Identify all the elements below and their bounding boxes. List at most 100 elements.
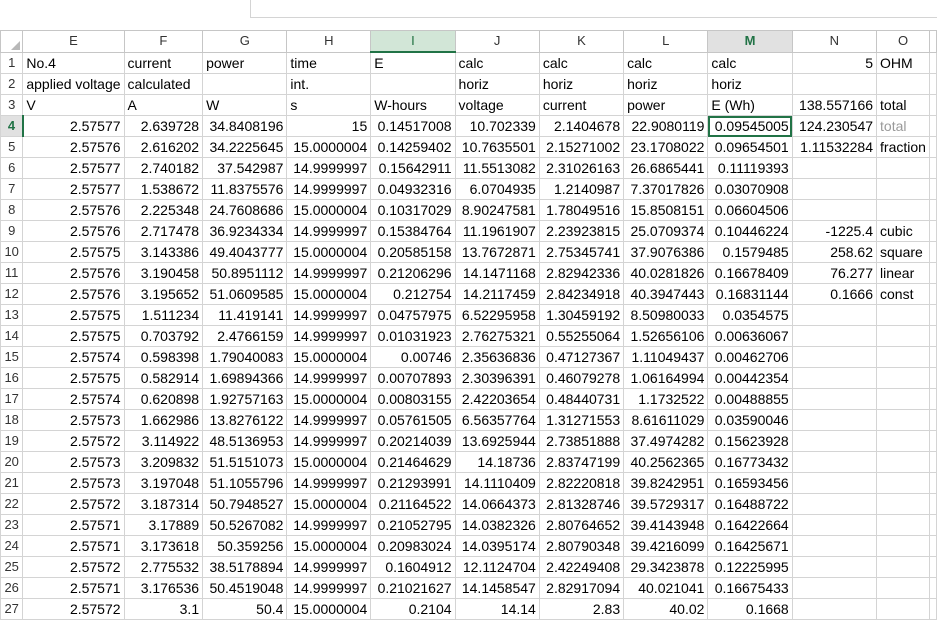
- cell-e3[interactable]: V: [22, 94, 125, 116]
- cell-k24[interactable]: 2.80790348: [538, 535, 625, 557]
- row-header[interactable]: 20: [0, 451, 24, 473]
- cell-l19[interactable]: 37.4974282: [623, 430, 709, 452]
- cell-o11[interactable]: linear: [876, 262, 930, 284]
- cell-p23[interactable]: [929, 514, 937, 536]
- cell-g3[interactable]: W: [202, 94, 288, 116]
- cell-o26[interactable]: [876, 577, 930, 599]
- cell-l24[interactable]: 39.4216099: [623, 535, 709, 557]
- cell-h25[interactable]: 14.9999997: [286, 556, 372, 578]
- cell-m6[interactable]: 0.11119393: [707, 157, 793, 179]
- cell-h16[interactable]: 14.9999997: [286, 367, 372, 389]
- cell-e5[interactable]: 2.57576: [22, 136, 125, 158]
- cell-p21[interactable]: [929, 472, 937, 494]
- row-header[interactable]: 27: [0, 598, 24, 620]
- column-header-i[interactable]: I: [370, 30, 456, 53]
- cell-g5[interactable]: 34.2225645: [202, 136, 288, 158]
- cell-j24[interactable]: 14.0395174: [454, 535, 540, 557]
- cell-h23[interactable]: 14.9999997: [286, 514, 372, 536]
- cell-h10[interactable]: 15.0000004: [286, 241, 372, 263]
- cell-f26[interactable]: 3.176536: [123, 577, 204, 599]
- cell-k9[interactable]: 2.23923815: [538, 220, 625, 242]
- cell-f7[interactable]: 1.538672: [123, 178, 204, 200]
- cell-i26[interactable]: 0.21021627: [370, 577, 456, 599]
- cell-i27[interactable]: 0.2104: [370, 598, 456, 620]
- row-header[interactable]: 9: [0, 220, 24, 242]
- cell-m12[interactable]: 0.16831144: [707, 283, 793, 305]
- cell-f18[interactable]: 1.662986: [123, 409, 204, 431]
- cell-l13[interactable]: 8.50980033: [623, 304, 709, 326]
- cell-p13[interactable]: [929, 304, 937, 326]
- cell-f6[interactable]: 2.740182: [123, 157, 204, 179]
- cell-n10[interactable]: 258.62: [791, 241, 878, 263]
- cell-e17[interactable]: 2.57574: [22, 388, 125, 410]
- cell-j22[interactable]: 14.0664373: [454, 493, 540, 515]
- cell-h7[interactable]: 14.9999997: [286, 178, 372, 200]
- cell-e4[interactable]: 2.57577: [22, 115, 125, 137]
- cell-k25[interactable]: 2.42249408: [538, 556, 625, 578]
- row-header[interactable]: 10: [0, 241, 24, 263]
- cell-l25[interactable]: 29.3423878: [623, 556, 709, 578]
- column-header-g[interactable]: G: [202, 30, 288, 53]
- cell-k6[interactable]: 2.31026163: [538, 157, 625, 179]
- column-header-n[interactable]: N: [791, 30, 878, 53]
- cell-k26[interactable]: 2.82917094: [538, 577, 625, 599]
- cell-j19[interactable]: 13.6925944: [454, 430, 540, 452]
- cell-e23[interactable]: 2.57571: [22, 514, 125, 536]
- cell-f16[interactable]: 0.582914: [123, 367, 204, 389]
- cell-m27[interactable]: 0.1668: [707, 598, 793, 620]
- row-header[interactable]: 2: [0, 73, 24, 95]
- cell-i2[interactable]: [370, 73, 456, 95]
- row-header[interactable]: 7: [0, 178, 24, 200]
- cell-g21[interactable]: 51.1055796: [202, 472, 288, 494]
- cell-o24[interactable]: [876, 535, 930, 557]
- row-header[interactable]: 11: [0, 262, 24, 284]
- cell-l8[interactable]: 15.8508151: [623, 199, 709, 221]
- row-header[interactable]: 23: [0, 514, 24, 536]
- cell-l9[interactable]: 25.0709374: [623, 220, 709, 242]
- cell-f3[interactable]: A: [123, 94, 204, 116]
- cell-k5[interactable]: 2.15271002: [538, 136, 625, 158]
- cell-n21[interactable]: [791, 472, 878, 494]
- cell-o6[interactable]: [876, 157, 930, 179]
- cell-l17[interactable]: 1.1732522: [623, 388, 709, 410]
- cell-n13[interactable]: [791, 304, 878, 326]
- cell-o22[interactable]: [876, 493, 930, 515]
- cell-f20[interactable]: 3.209832: [123, 451, 204, 473]
- cell-f11[interactable]: 3.190458: [123, 262, 204, 284]
- cell-f17[interactable]: 0.620898: [123, 388, 204, 410]
- column-header-h[interactable]: H: [286, 30, 372, 53]
- row-header[interactable]: 15: [0, 346, 24, 368]
- cell-k27[interactable]: 2.83: [538, 598, 625, 620]
- cell-o23[interactable]: [876, 514, 930, 536]
- cell-m4[interactable]: 0.09545005: [707, 115, 793, 137]
- cell-n22[interactable]: [791, 493, 878, 515]
- cell-o3[interactable]: total: [876, 94, 930, 116]
- cell-h21[interactable]: 14.9999997: [286, 472, 372, 494]
- cell-e22[interactable]: 2.57572: [22, 493, 125, 515]
- cell-m1[interactable]: calc: [707, 51, 793, 74]
- cell-o7[interactable]: [876, 178, 930, 200]
- cell-p16[interactable]: [929, 367, 937, 389]
- cell-n20[interactable]: [791, 451, 878, 473]
- cell-p12[interactable]: [929, 283, 937, 305]
- cell-h8[interactable]: 15.0000004: [286, 199, 372, 221]
- cell-k16[interactable]: 0.46079278: [538, 367, 625, 389]
- cell-g15[interactable]: 1.79040083: [202, 346, 288, 368]
- cell-g18[interactable]: 13.8276122: [202, 409, 288, 431]
- cell-p17[interactable]: [929, 388, 937, 410]
- cell-n6[interactable]: [791, 157, 878, 179]
- cell-g25[interactable]: 38.5178894: [202, 556, 288, 578]
- cell-h14[interactable]: 14.9999997: [286, 325, 372, 347]
- cell-i17[interactable]: 0.00803155: [370, 388, 456, 410]
- cell-l3[interactable]: power: [623, 94, 709, 116]
- cell-h1[interactable]: time: [286, 51, 372, 74]
- formula-bar[interactable]: [250, 0, 937, 18]
- cell-n9[interactable]: -1225.4: [791, 220, 878, 242]
- cell-i5[interactable]: 0.14259402: [370, 136, 456, 158]
- cell-p4[interactable]: [929, 115, 937, 137]
- cell-o20[interactable]: [876, 451, 930, 473]
- cell-i9[interactable]: 0.15384764: [370, 220, 456, 242]
- cell-f15[interactable]: 0.598398: [123, 346, 204, 368]
- cell-e8[interactable]: 2.57576: [22, 199, 125, 221]
- cell-h15[interactable]: 15.0000004: [286, 346, 372, 368]
